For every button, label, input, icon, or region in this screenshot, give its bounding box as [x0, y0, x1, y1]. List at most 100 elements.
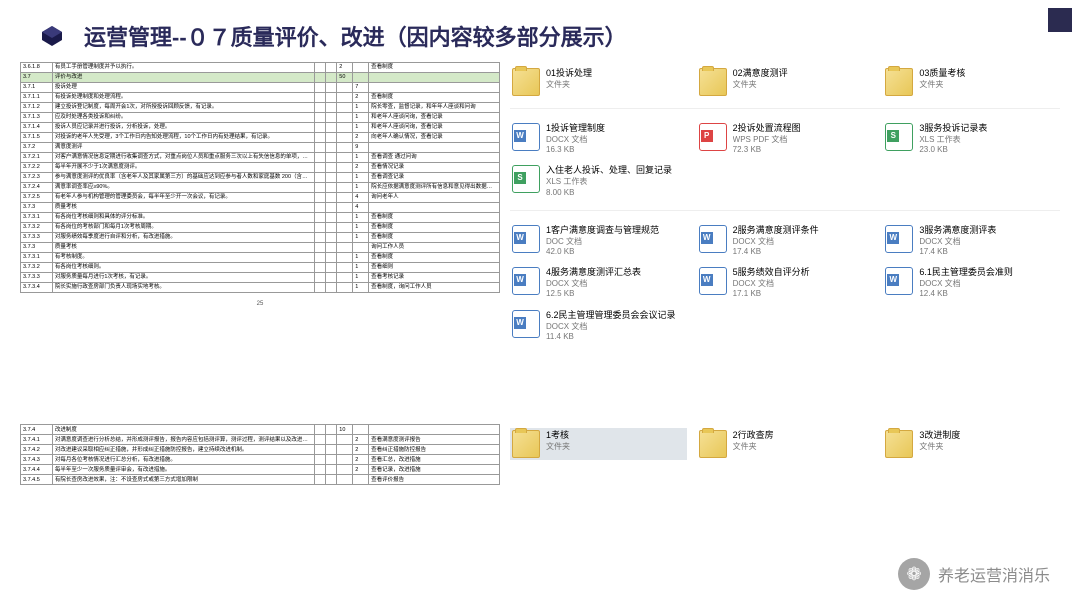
file-item[interactable]: 4服务满意度测评汇总表DOCX 文档12.5 KB	[510, 265, 687, 301]
file-size: 23.0 KB	[919, 145, 987, 155]
file-name: 2服务满意度测评条件	[733, 225, 819, 237]
table-row: 3.7.3.4院长实施行政查房部门负责人现场实地考核。1查看制度，询问工作人员	[21, 283, 500, 293]
file-size: 12.4 KB	[919, 289, 1013, 299]
file-type: DOCX 文档	[733, 237, 819, 247]
table-panel: 3.6.1.8有员工手册管理制度并予以执行。2查看制度3.7评价与改进50 3.7…	[20, 62, 500, 344]
file-type: DOCX 文档	[919, 279, 1013, 289]
file-item[interactable]: 2投诉处置流程图WPS PDF 文档72.3 KB	[697, 121, 874, 157]
file-size: 72.3 KB	[733, 145, 801, 155]
xls-icon	[885, 123, 913, 151]
file-size: 42.0 KB	[546, 247, 659, 257]
file-size: 8.00 KB	[546, 188, 672, 198]
table-row: 3.7.2.4满意率调查率应≥90%。1院长应依据满意度测评所有信息和意见得出数…	[21, 183, 500, 193]
table-row: 3.7.3质量考核询问工作人员	[21, 243, 500, 253]
docx-icon	[512, 267, 540, 295]
file-name: 6.2民主管理管理委员会会议记录	[546, 310, 676, 322]
folder-icon	[512, 68, 540, 96]
pdf-icon	[699, 123, 727, 151]
file-type: DOCX 文档	[546, 322, 676, 332]
page-number: 25	[20, 301, 500, 307]
file-size: 17.4 KB	[733, 247, 819, 257]
docx-icon	[512, 310, 540, 338]
file-type: 文件夹	[919, 80, 965, 90]
table-row: 3.7.3质量考核4	[21, 203, 500, 213]
file-item[interactable]: 2服务满意度测评条件DOCX 文档17.4 KB	[697, 223, 874, 259]
file-item[interactable]: 1客户满意度调查与管理规范DOC 文档42.0 KB	[510, 223, 687, 259]
file-panel: 01投诉处理文件夹02满意度测评文件夹03质量考核文件夹 1投诉管理制度DOCX…	[510, 62, 1060, 344]
table-row: 3.7.1.4投诉人员应记录并进行投诉，分析投诉，处理。1和老年人座谈问询，查看…	[21, 123, 500, 133]
corner-box	[1048, 8, 1072, 32]
table-row: 3.7.3.1有考核制度。1查看制度	[21, 253, 500, 263]
docx-icon	[699, 225, 727, 253]
table-row: 3.7评价与改进50	[21, 73, 500, 83]
table-row: 3.7.3.1有各岗位考核细则和具体的评分标准。1查看制度	[21, 213, 500, 223]
docx-icon	[512, 225, 540, 253]
file-name: 1客户满意度调查与管理规范	[546, 225, 659, 237]
file-type: DOCX 文档	[733, 279, 810, 289]
wechat-icon: ❁	[898, 558, 930, 590]
file-size: 17.4 KB	[919, 247, 996, 257]
folder-item[interactable]: 02满意度测评文件夹	[697, 66, 874, 98]
docx-icon	[512, 123, 540, 151]
file-type: WPS PDF 文档	[733, 135, 801, 145]
xls-icon	[512, 165, 540, 193]
table-row: 3.7.3.3对服务质量每月进行1次考核，有记录。1查看考核记录	[21, 273, 500, 283]
file-name: 1考核	[546, 430, 570, 442]
file-type: 文件夹	[546, 442, 570, 452]
folder-item[interactable]: 01投诉处理文件夹	[510, 66, 687, 98]
file-item[interactable]: 6.1民主管理委员会准则DOCX 文档12.4 KB	[883, 265, 1060, 301]
file-name: 4服务满意度测评汇总表	[546, 267, 641, 279]
file-type: 文件夹	[546, 80, 592, 90]
file-name: 2行政查房	[733, 430, 774, 442]
file-name: 6.1民主管理委员会准则	[919, 267, 1013, 279]
file-type: 文件夹	[919, 442, 960, 452]
file-name: 03质量考核	[919, 68, 965, 80]
folder-item[interactable]: 3改进制度文件夹	[883, 428, 1060, 460]
file-item[interactable]: 6.2民主管理管理委员会会议记录DOCX 文档11.4 KB	[510, 308, 687, 344]
file-size: 11.4 KB	[546, 332, 676, 342]
folder-item[interactable]: 03质量考核文件夹	[883, 66, 1060, 98]
header: 运营管理--０７质量评价、改进（因内容较多部分展示）	[0, 0, 1080, 62]
watermark-text: 养老运营消消乐	[938, 562, 1050, 586]
file-name: 2投诉处置流程图	[733, 123, 801, 135]
folder-grid-1: 01投诉处理文件夹02满意度测评文件夹03质量考核文件夹	[510, 66, 1060, 109]
table-row: 3.7.4.3对每月各位考核情况进行汇总分析，有改进措施。2查看汇总，改进措施	[21, 455, 500, 465]
table-row: 3.7.2.1对客户满意情况信息定期进行收集调查方式，对重点岗位人员和重点服务三…	[21, 153, 500, 163]
folder-icon	[699, 430, 727, 458]
file-grid-1: 1投诉管理制度DOCX 文档16.3 KB 2投诉处置流程图WPS PDF 文档7…	[510, 121, 1060, 211]
file-size: 16.3 KB	[546, 145, 605, 155]
table-row: 3.7.1.5对投诉的老年人先受理，3个工作日内告知处理流程，10个工作日内有处…	[21, 133, 500, 143]
folder-item[interactable]: 1考核文件夹	[510, 428, 687, 460]
docx-icon	[885, 267, 913, 295]
file-type: XLS 工作表	[919, 135, 987, 145]
file-type: 文件夹	[733, 442, 774, 452]
evaluation-table-1: 3.6.1.8有员工手册管理制度并予以执行。2查看制度3.7评价与改进50 3.7…	[20, 62, 500, 293]
table-row: 3.7.2.3参与满意度测评的优良率（含老年人及其家属第三方）的基础应达到应参与…	[21, 173, 500, 183]
file-item[interactable]: 1投诉管理制度DOCX 文档16.3 KB	[510, 121, 687, 157]
file-item[interactable]: 5服务绩效自评分析DOCX 文档17.1 KB	[697, 265, 874, 301]
page-title: 运营管理--０７质量评价、改进（因内容较多部分展示）	[84, 20, 627, 52]
file-name: 02满意度测评	[733, 68, 788, 80]
folder-icon	[699, 68, 727, 96]
folder-icon	[885, 68, 913, 96]
table-row: 3.7.4.1对满意度调查进行分析总结，并形成测评报告，报告内容应包括测评算，测…	[21, 435, 500, 445]
file-type: DOCX 文档	[546, 279, 641, 289]
table-row: 3.7.3.2有各岗位的考核部门和每月1次考核周期。1查看制度	[21, 223, 500, 233]
file-item[interactable]: 3服务满意度测评表DOCX 文档17.4 KB	[883, 223, 1060, 259]
file-name: 01投诉处理	[546, 68, 592, 80]
folder-icon	[512, 430, 540, 458]
file-panel-2: 1考核文件夹2行政查房文件夹3改进制度文件夹	[510, 424, 1060, 485]
file-item[interactable]: 3服务投诉记录表XLS 工作表23.0 KB	[883, 121, 1060, 157]
docx-icon	[699, 267, 727, 295]
table-row: 3.6.1.8有员工手册管理制度并予以执行。2查看制度	[21, 63, 500, 73]
file-grid-2: 1客户满意度调查与管理规范DOC 文档42.0 KB2服务满意度测评条件DOCX…	[510, 223, 1060, 344]
folder-item[interactable]: 2行政查房文件夹	[697, 428, 874, 460]
docx-icon	[885, 225, 913, 253]
table-row: 3.7.3.3对服务绩效每季度进行自评和分析，有改进措施。1查看制度	[21, 233, 500, 243]
file-name: 1投诉管理制度	[546, 123, 605, 135]
file-type: 文件夹	[733, 80, 788, 90]
file-name: 3服务投诉记录表	[919, 123, 987, 135]
file-item[interactable]: 入住老人投诉、处理、回复记录XLS 工作表8.00 KB	[510, 163, 687, 199]
file-type: DOCX 文档	[546, 135, 605, 145]
table-row: 3.7.2满意度测评9	[21, 143, 500, 153]
